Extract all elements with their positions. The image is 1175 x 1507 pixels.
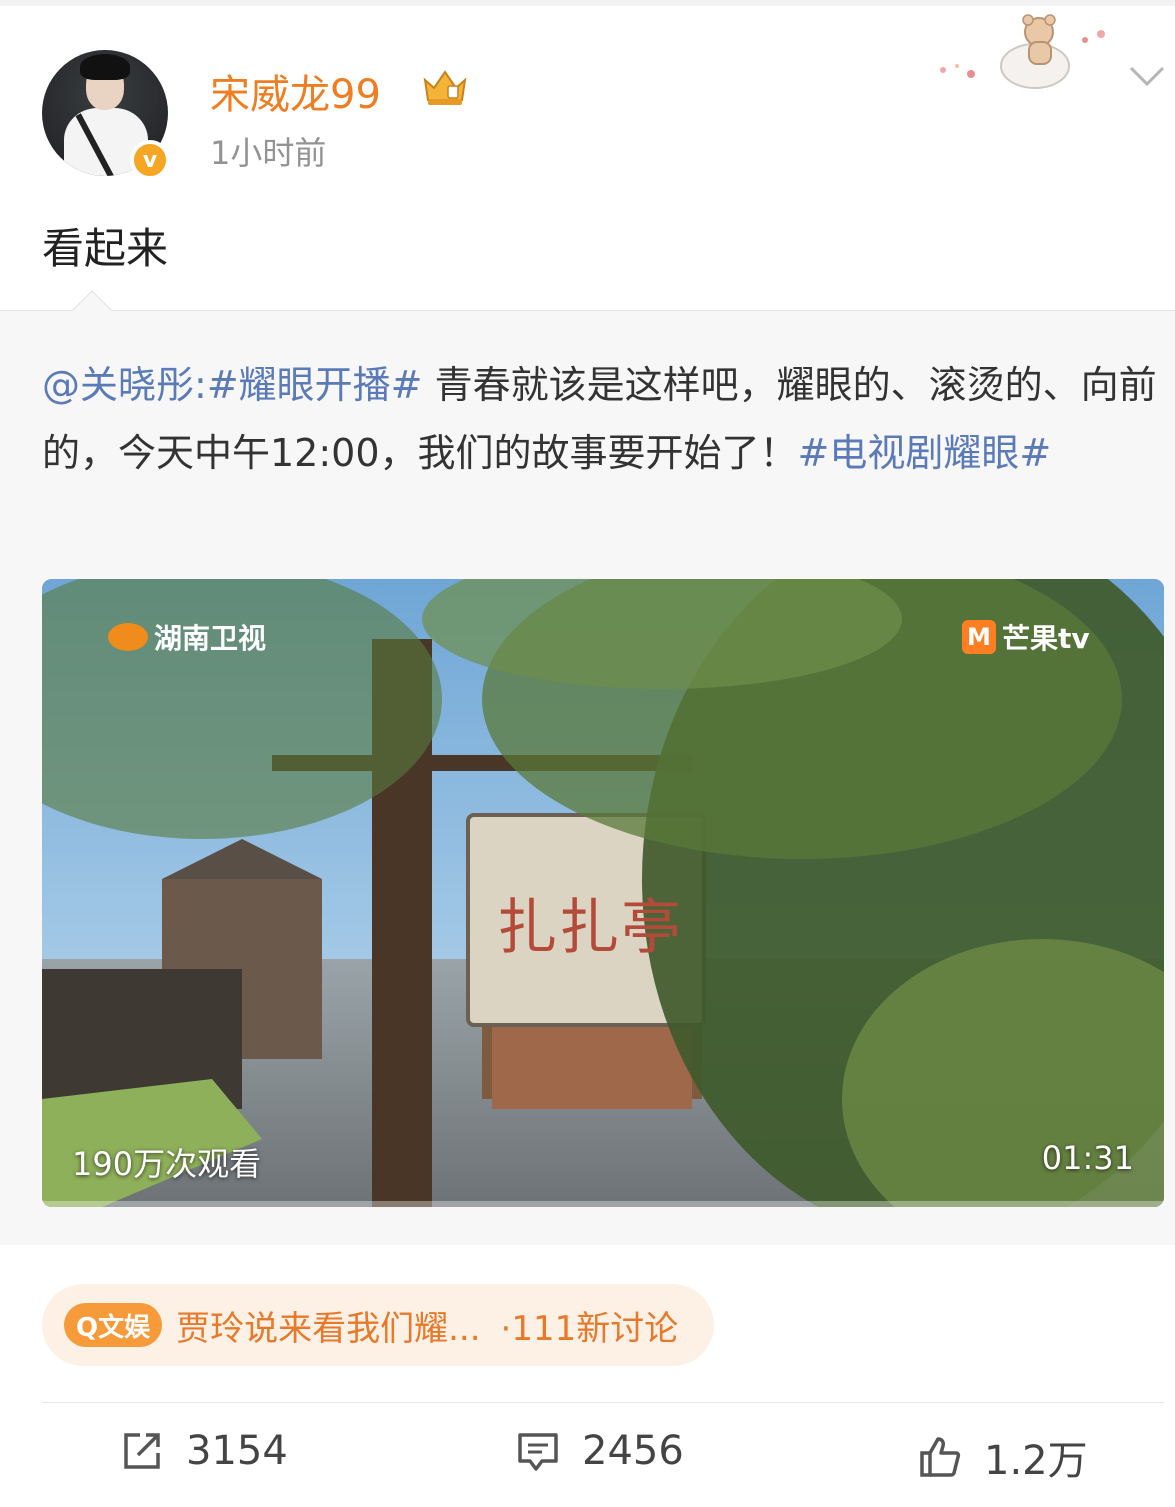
topic-tag: Q文娱 — [64, 1303, 163, 1347]
repost-text: @关晓彤:#耀眼开播# 青春就该是这样吧，耀眼的、滚烫的、向前的，今天中午12:… — [42, 351, 1167, 487]
sign-text: 扎扎亭 — [497, 893, 683, 963]
channel-left-label: 湖南卫视 — [154, 622, 267, 655]
mention-colon: : — [194, 363, 207, 407]
comment-icon — [518, 1433, 558, 1471]
comment-button[interactable]: 2456 — [516, 1428, 684, 1474]
video-progress-bar[interactable] — [42, 1201, 1164, 1207]
bear-sticker-icon — [940, 14, 1105, 89]
view-count: 190万次观看 — [72, 1145, 262, 1183]
comment-count: 2456 — [582, 1428, 684, 1474]
mention-link[interactable]: @关晓彤 — [42, 363, 194, 407]
action-divider — [42, 1402, 1164, 1403]
thumbs-up-icon — [920, 1437, 961, 1477]
repost-card[interactable]: @关晓彤:#耀眼开播# 青春就该是这样吧，耀眼的、滚烫的、向前的，今天中午12:… — [0, 290, 1175, 1245]
top-divider — [0, 0, 1175, 6]
crown-badge-icon[interactable] — [420, 66, 470, 108]
like-count: 1.2万 — [984, 1438, 1088, 1484]
post-text: 看起来 — [42, 224, 169, 273]
repost-icon — [124, 1433, 160, 1469]
topic-title: 贾玲说来看我们耀... — [176, 1308, 481, 1349]
hashtag-link[interactable]: #电视剧耀眼# — [798, 431, 1052, 475]
post-time: 1小时前 — [210, 134, 327, 172]
video-duration: 01:31 — [1041, 1139, 1134, 1177]
verified-badge-icon: v — [130, 140, 170, 180]
channel-right-label: 芒果tv — [1002, 622, 1090, 655]
hashtag-link[interactable]: #耀眼开播# — [207, 363, 423, 407]
hunan-tv-icon — [108, 623, 148, 651]
video-player[interactable]: 扎扎亭 湖南卫视 M 芒果tv 190万次观看 01:31 — [42, 579, 1164, 1207]
repost-button[interactable]: 3154 — [120, 1428, 288, 1474]
chevron-down-icon[interactable] — [1128, 62, 1166, 92]
username[interactable]: 宋威龙99 — [210, 62, 381, 120]
mango-tv-icon: M — [962, 620, 996, 654]
mango-tv-logo: M 芒果tv — [962, 617, 1090, 657]
like-button[interactable]: 1.2万 — [918, 1428, 1088, 1486]
repost-count: 3154 — [186, 1428, 288, 1474]
topic-count: ·111新讨论 — [500, 1308, 679, 1349]
hunan-tv-logo: 湖南卫视 — [108, 617, 266, 657]
topic-pill[interactable]: Q文娱 贾玲说来看我们耀... ·111新讨论 — [42, 1284, 714, 1366]
